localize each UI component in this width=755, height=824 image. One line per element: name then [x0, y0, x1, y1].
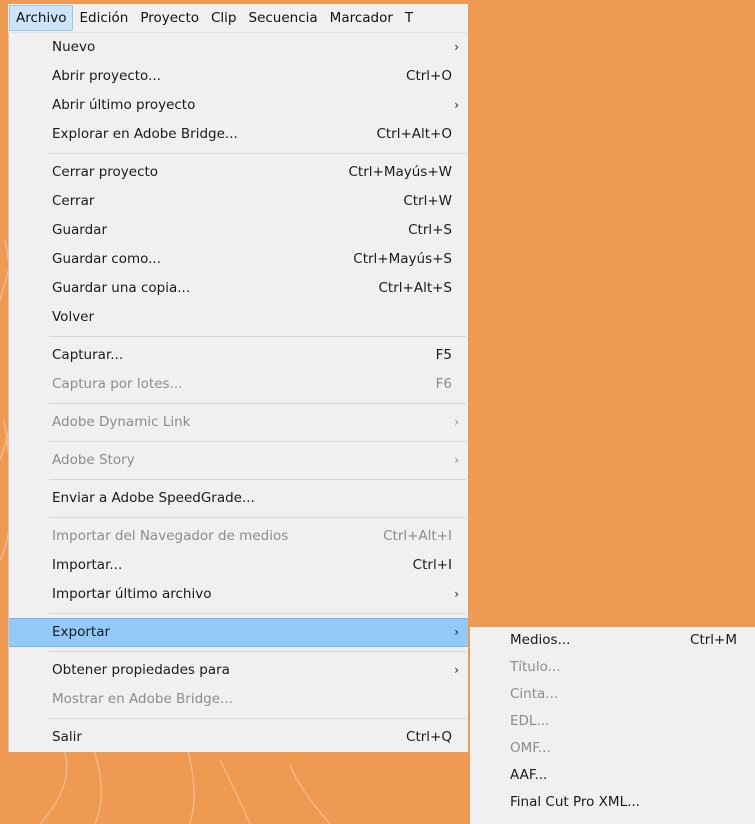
- menubar-item-archivo[interactable]: Archivo: [9, 5, 74, 31]
- shortcut-label: Ctrl+W: [403, 193, 452, 209]
- menu-item-label: Guardar como...: [52, 251, 162, 267]
- menu-item-label: Guardar: [52, 222, 107, 238]
- menu-item-guardar-una-copia[interactable]: Guardar una copia... Ctrl+Alt+S: [9, 274, 468, 303]
- menu-item-label: Importar...: [52, 557, 123, 573]
- menu-item-label: Obtener propiedades para: [52, 662, 230, 678]
- menu-item-mostrar-en-adobe-bridge: Mostrar en Adobe Bridge...: [9, 685, 468, 714]
- menu-separator: [49, 336, 466, 337]
- menu-item-abrir-proyecto[interactable]: Abrir proyecto... Ctrl+O: [9, 62, 468, 91]
- menu-item-label: Guardar una copia...: [52, 280, 191, 296]
- menu-item-label: Volver: [52, 309, 95, 325]
- menubar-item-t[interactable]: T: [399, 4, 419, 32]
- submenu-item-label: EDL...: [510, 713, 550, 729]
- menu-item-label: Nuevo: [52, 39, 96, 55]
- menu-item-explorar-en-adobe-bridge[interactable]: Explorar en Adobe Bridge... Ctrl+Alt+O: [9, 120, 468, 149]
- submenu-item-label: Final Cut Pro XML...: [510, 794, 640, 810]
- submenu-item-medios[interactable]: Medios... Ctrl+M: [470, 627, 755, 654]
- menu-item-label: Captura por lotes...: [52, 376, 183, 392]
- submenu-item-cinta: Cinta...: [470, 681, 755, 708]
- shortcut-label: F6: [435, 376, 452, 392]
- menubar-item-proyecto[interactable]: Proyecto: [134, 4, 205, 32]
- menubar-item-secuencia[interactable]: Secuencia: [243, 4, 324, 32]
- menu-item-salir[interactable]: Salir Ctrl+Q: [9, 723, 468, 752]
- submenu-item-label: OMF...: [510, 740, 551, 756]
- exportar-submenu: Medios... Ctrl+M Título... Cinta... EDL... OM…: [470, 627, 755, 824]
- menu-item-label: Salir: [52, 729, 82, 745]
- menu-separator: [49, 441, 466, 442]
- menu-item-volver[interactable]: Volver: [9, 303, 468, 332]
- shortcut-label: Ctrl+Alt+I: [383, 528, 452, 544]
- menu-item-abrir-ultimo-proyecto[interactable]: Abrir último proyecto ›: [9, 91, 468, 120]
- shortcut-label: Ctrl+Alt+O: [376, 126, 452, 142]
- archivo-menu: Nuevo › Abrir proyecto... Ctrl+O Abrir últim…: [8, 33, 468, 752]
- submenu-item-edl: EDL...: [470, 708, 755, 735]
- chevron-right-icon: ›: [454, 415, 459, 429]
- submenu-item-omf: OMF...: [470, 735, 755, 762]
- menubar-item-marcador[interactable]: Marcador: [324, 4, 399, 32]
- menu-item-enviar-a-adobe-speedgrade[interactable]: Enviar a Adobe SpeedGrade...: [9, 484, 468, 513]
- submenu-item-aaf[interactable]: AAF...: [470, 762, 755, 789]
- shortcut-label: Ctrl+Q: [406, 729, 452, 745]
- menubar-item-clip[interactable]: Clip: [205, 4, 243, 32]
- menu-item-adobe-dynamic-link: Adobe Dynamic Link ›: [9, 408, 468, 437]
- menu-item-label: Adobe Dynamic Link: [52, 414, 191, 430]
- menu-separator: [49, 517, 466, 518]
- menu-item-label: Explorar en Adobe Bridge...: [52, 126, 238, 142]
- chevron-right-icon: ›: [454, 453, 459, 467]
- shortcut-label: F5: [435, 347, 452, 363]
- menu-item-cerrar[interactable]: Cerrar Ctrl+W: [9, 187, 468, 216]
- chevron-right-icon: ›: [454, 40, 459, 54]
- menu-item-label: Cerrar proyecto: [52, 164, 159, 180]
- menu-item-guardar[interactable]: Guardar Ctrl+S: [9, 216, 468, 245]
- menu-separator: [49, 718, 466, 719]
- menu-item-label: Cerrar: [52, 193, 95, 209]
- shortcut-label: Ctrl+Mayús+W: [348, 164, 453, 180]
- menubar-item-edicion[interactable]: Edición: [73, 4, 134, 32]
- chevron-right-icon: ›: [454, 587, 459, 601]
- menu-item-cerrar-proyecto[interactable]: Cerrar proyecto Ctrl+Mayús+W: [9, 158, 468, 187]
- menu-item-label: Importar del Navegador de medios: [52, 528, 289, 544]
- submenu-item-label: Medios...: [510, 632, 571, 648]
- menu-separator: [49, 479, 466, 480]
- shortcut-label: Ctrl+Mayús+S: [353, 251, 452, 267]
- menu-item-label: Abrir último proyecto: [52, 97, 196, 113]
- menu-item-capturar[interactable]: Capturar... F5: [9, 341, 468, 370]
- menu-item-importar-ultimo-archivo[interactable]: Importar último archivo ›: [9, 580, 468, 609]
- submenu-item-titulo: Título...: [470, 654, 755, 681]
- shortcut-label: Ctrl+M: [690, 632, 737, 648]
- chevron-right-icon: ›: [454, 625, 459, 639]
- menu-item-importar-del-navegador-de-medios: Importar del Navegador de medios Ctrl+Alt…: [9, 522, 468, 551]
- menu-item-captura-por-lotes: Captura por lotes... F6: [9, 370, 468, 399]
- menu-item-obtener-propiedades-para[interactable]: Obtener propiedades para ›: [9, 656, 468, 685]
- shortcut-label: Ctrl+O: [406, 68, 452, 84]
- menu-item-guardar-como[interactable]: Guardar como... Ctrl+Mayús+S: [9, 245, 468, 274]
- menu-item-label: Importar último archivo: [52, 586, 212, 602]
- menu-item-exportar[interactable]: Exportar ›: [9, 618, 468, 647]
- menu-item-label: Mostrar en Adobe Bridge...: [52, 691, 233, 707]
- menu-item-label: Abrir proyecto...: [52, 68, 161, 84]
- chevron-right-icon: ›: [454, 663, 459, 677]
- submenu-item-final-cut-pro-xml[interactable]: Final Cut Pro XML...: [470, 789, 755, 816]
- shortcut-label: Ctrl+S: [408, 222, 452, 238]
- menu-item-label: Capturar...: [52, 347, 124, 363]
- submenu-item-label: Cinta...: [510, 686, 559, 702]
- shortcut-label: Ctrl+I: [412, 557, 452, 573]
- submenu-item-label: AAF...: [510, 767, 548, 783]
- menu-item-adobe-story: Adobe Story ›: [9, 446, 468, 475]
- submenu-item-label: Título...: [510, 659, 561, 675]
- menu-item-label: Adobe Story: [52, 452, 135, 468]
- menu-separator: [49, 403, 466, 404]
- chevron-right-icon: ›: [454, 98, 459, 112]
- menu-bar: Archivo Edición Proyecto Clip Secuencia Marca…: [8, 4, 468, 33]
- menu-separator: [49, 153, 466, 154]
- menu-separator: [49, 651, 466, 652]
- menu-item-importar[interactable]: Importar... Ctrl+I: [9, 551, 468, 580]
- shortcut-label: Ctrl+Alt+S: [378, 280, 453, 296]
- menu-item-label: Enviar a Adobe SpeedGrade...: [52, 490, 255, 506]
- menu-item-nuevo[interactable]: Nuevo ›: [9, 33, 468, 62]
- menu-item-label: Exportar: [52, 624, 111, 640]
- menu-separator: [49, 613, 466, 614]
